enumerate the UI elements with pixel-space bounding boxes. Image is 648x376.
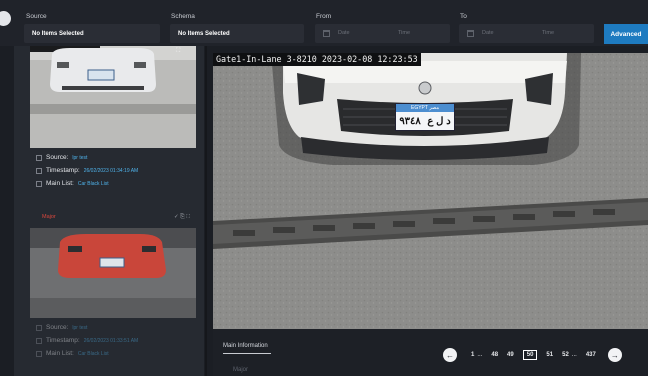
from-label: From	[316, 13, 332, 20]
plate-letters: د ل ع	[427, 116, 451, 127]
source-row: Source: lpr test	[36, 324, 87, 331]
to-label: To	[460, 13, 467, 20]
from-datetime-field[interactable]: Date Time	[315, 24, 450, 43]
list-icon	[36, 350, 42, 357]
timestamp-key: Timestamp:	[46, 167, 80, 174]
page-52[interactable]: 52	[562, 352, 569, 358]
image-caption: Gate1-In-Lane 3-8210 2023-02-08 12:23:53	[213, 53, 421, 66]
major-label: Major	[233, 367, 249, 373]
page-ellipsis: ...	[571, 352, 577, 358]
arrow-right-icon[interactable]: →	[607, 348, 622, 362]
clock-icon	[36, 167, 42, 174]
main-list-value[interactable]: Car Black List	[78, 351, 109, 357]
detection-card[interactable]: ⛶ Source: lpr test Timestamp: 26/02/2023…	[14, 46, 204, 196]
main-image-view[interactable]: EGYPT مصر ٩٣٤٨ د ل ع Gate1-In-Lane 3-821…	[213, 53, 648, 329]
pagination: ← 1 ... 48 49 50 51 52 ... 437 →	[443, 348, 622, 362]
schema-select[interactable]: No Items Selected	[170, 24, 304, 43]
plate-number: ٩٣٤٨	[399, 116, 421, 127]
source-value: lpr test	[72, 154, 88, 161]
page-51[interactable]: 51	[546, 352, 553, 358]
to-date-placeholder: Date	[482, 30, 494, 36]
page-ellipsis: ...	[477, 352, 483, 358]
to-time-placeholder: Time	[542, 30, 555, 36]
plate-header: EGYPT مصر	[396, 104, 454, 112]
arrow-left-icon[interactable]: ←	[443, 348, 457, 362]
timestamp-row: Timestamp: 26/02/2023 01:34:19 AM	[36, 167, 138, 174]
source-value: lpr test	[72, 324, 88, 331]
page-48[interactable]: 48	[491, 352, 498, 358]
from-time-placeholder: Time	[398, 30, 411, 36]
active-tab-indicator	[223, 353, 271, 354]
car-thumbnail-image	[30, 46, 196, 148]
main-list-row: Main List: Car Black List	[36, 180, 109, 187]
plate-characters: ٩٣٤٨ د ل ع	[396, 112, 454, 131]
panel-divider	[205, 46, 207, 376]
info-section: Main Information Major ← 1 ... 48 49 50 …	[213, 329, 648, 376]
source-row: Source: lpr test	[36, 154, 87, 161]
page-1[interactable]: 1	[471, 352, 474, 358]
detection-thumbnail[interactable]: ⛶	[30, 46, 196, 148]
main-list-key: Main List:	[46, 180, 74, 187]
source-key: Source:	[46, 154, 69, 161]
license-plate: EGYPT مصر ٩٣٤٨ د ل ع	[395, 103, 455, 131]
car-body	[58, 234, 166, 278]
card-title: Major	[42, 214, 56, 220]
to-datetime-field[interactable]: Date Time	[459, 24, 594, 43]
tab-main-information[interactable]: Main Information	[223, 343, 268, 349]
source-icon	[36, 324, 42, 331]
advanced-button[interactable]: Advanced	[604, 24, 648, 44]
detection-card[interactable]: Major ✓ ⎘ ⛶ Source: lpr test Timestamp: …	[14, 210, 204, 376]
schema-label: Schema	[171, 13, 195, 20]
main-list-key: Main List:	[46, 350, 74, 357]
page-49[interactable]: 49	[507, 352, 514, 358]
timestamp-value: 26/02/2023 01:33:51 AM	[83, 337, 139, 344]
calendar-icon	[323, 30, 330, 37]
source-label: Source	[26, 13, 47, 20]
expand-icon[interactable]: ⛶	[176, 48, 180, 55]
from-date-placeholder: Date	[338, 30, 350, 36]
timestamp-row: Timestamp: 26/02/2023 01:33:51 AM	[36, 337, 138, 344]
card-action-icons[interactable]: ✓ ⎘ ⛶	[174, 214, 190, 221]
main-list-row: Main List: Car Black List	[36, 350, 109, 357]
page-437[interactable]: 437	[586, 352, 596, 358]
source-select[interactable]: No Items Selected	[24, 24, 160, 43]
source-icon	[36, 154, 42, 161]
detection-thumbnail[interactable]	[30, 228, 196, 318]
page-50-current[interactable]: 50	[522, 350, 538, 360]
main-list-value[interactable]: Car Black List	[78, 181, 109, 187]
detection-list[interactable]: ⛶ Source: lpr test Timestamp: 26/02/2023…	[14, 46, 204, 376]
source-key: Source:	[46, 324, 69, 331]
vehicle-photo	[213, 53, 648, 329]
list-icon	[36, 180, 42, 187]
clock-icon	[36, 337, 42, 344]
toggle-dot[interactable]	[0, 11, 11, 26]
calendar-icon	[467, 30, 474, 37]
filter-bar: Source No Items Selected Schema No Items…	[0, 0, 648, 46]
car-thumbnail-image	[30, 228, 196, 318]
timestamp-value: 26/02/2023 01:34:19 AM	[83, 167, 139, 174]
timestamp-key: Timestamp:	[46, 337, 80, 344]
